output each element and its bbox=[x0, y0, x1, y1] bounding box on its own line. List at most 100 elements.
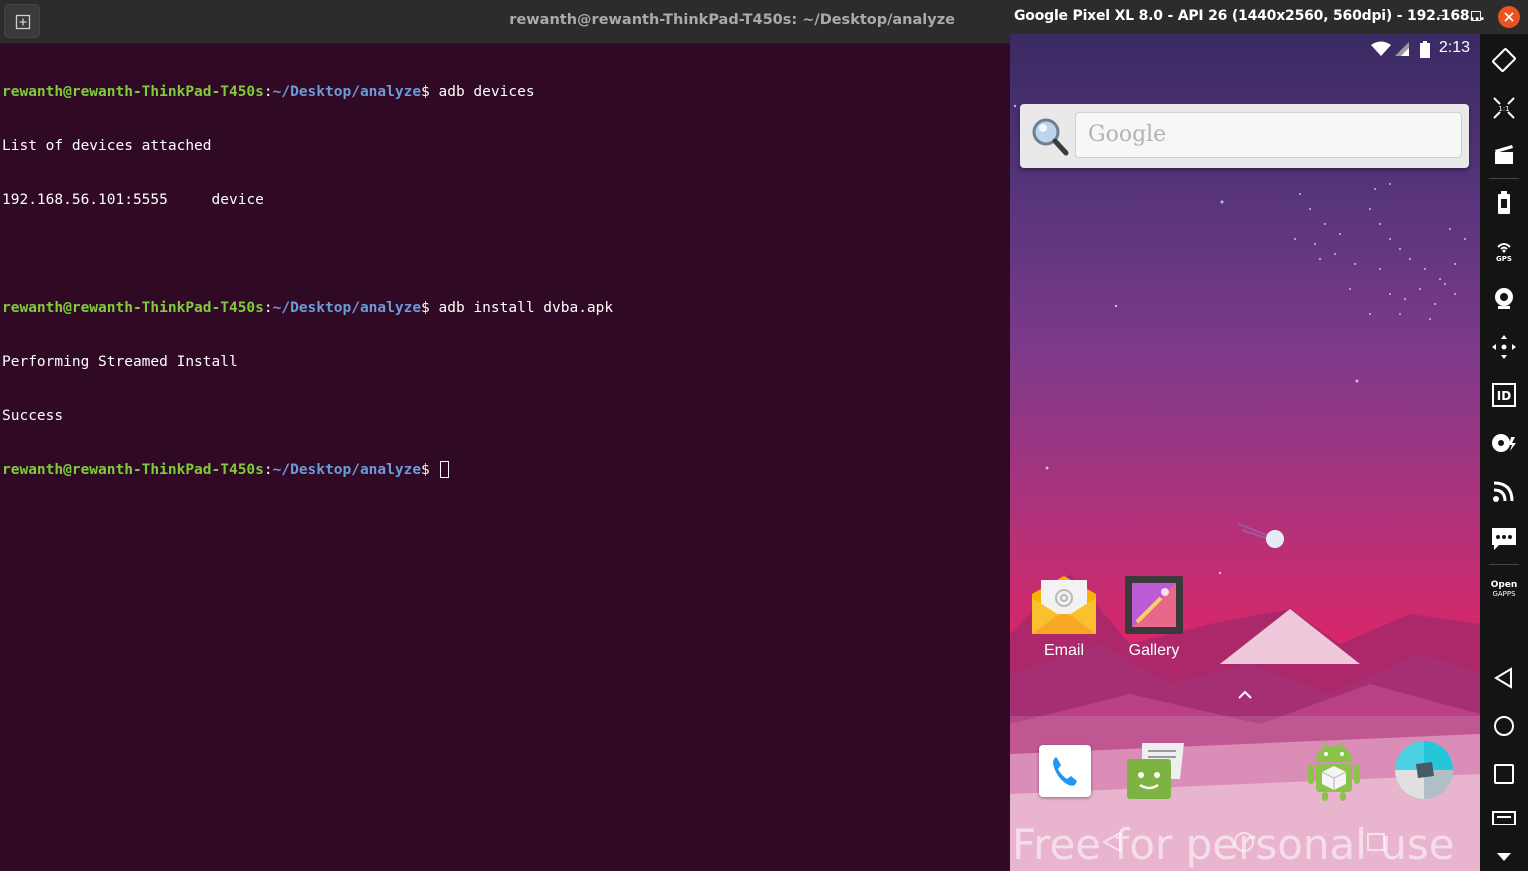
rotate-button[interactable] bbox=[1480, 40, 1528, 80]
google-search-widget[interactable]: Google bbox=[1020, 104, 1469, 168]
android-app-icon bbox=[1308, 741, 1360, 801]
svg-text:1:1: 1:1 bbox=[1498, 105, 1509, 113]
camera-button[interactable] bbox=[1480, 279, 1528, 319]
app-gallery[interactable]: Gallery bbox=[1116, 574, 1192, 660]
prompt-user: rewanth@rewanth-ThinkPad-T450s bbox=[2, 300, 264, 316]
battery-icon bbox=[1498, 191, 1510, 214]
open-gapps-icon: Open GAPPS bbox=[1491, 580, 1518, 598]
status-clock: 2:13 bbox=[1438, 39, 1470, 56]
more-icon bbox=[1497, 853, 1511, 861]
close-button[interactable] bbox=[1498, 6, 1520, 28]
gps-icon: GPS bbox=[1496, 243, 1512, 263]
toolbar-separator bbox=[1489, 178, 1519, 179]
terminal-title: rewanth@rewanth-ThinkPad-T450s: ~/Deskto… bbox=[509, 12, 955, 28]
move-button[interactable] bbox=[1480, 327, 1528, 367]
move-icon bbox=[1492, 335, 1516, 359]
prompt-dollar: $ bbox=[421, 462, 439, 478]
messaging-icon bbox=[1127, 743, 1184, 799]
emulator-toolbar: 1:1 GPS ID Open GAPPS bbox=[1480, 34, 1528, 871]
dock-phone[interactable] bbox=[1039, 745, 1091, 797]
emulator-title: Google Pixel XL 8.0 - API 26 (1440x2560,… bbox=[1014, 8, 1485, 24]
terminal-line: 192.168.56.101:5555 device bbox=[2, 191, 613, 209]
android-screen[interactable]: 2:13 Google Email Gallery Free for perso… bbox=[1010, 34, 1480, 871]
more-button[interactable] bbox=[1480, 844, 1528, 870]
all-apps-caret-icon[interactable] bbox=[1237, 690, 1253, 700]
recents-icon bbox=[1494, 764, 1514, 784]
home-icon bbox=[1494, 716, 1514, 736]
back-button[interactable] bbox=[1480, 658, 1528, 698]
gallery-icon bbox=[1125, 576, 1183, 634]
svg-text:GPS: GPS bbox=[1496, 255, 1512, 263]
sms-button[interactable] bbox=[1480, 519, 1528, 559]
prompt-path: ~/Desktop/analyze bbox=[272, 462, 422, 478]
prompt-colon: : bbox=[263, 300, 273, 316]
prompt-dollar: $ bbox=[421, 84, 439, 100]
dock-camera[interactable] bbox=[1394, 740, 1454, 800]
gps-button[interactable]: GPS bbox=[1480, 231, 1528, 271]
phone-icon bbox=[1053, 757, 1077, 786]
terminal-line: Performing Streamed Install bbox=[2, 354, 238, 370]
open-gapps-button[interactable]: Open GAPPS bbox=[1480, 568, 1528, 608]
terminal-output[interactable]: rewanth@rewanth-ThinkPad-T450s:~/Desktop… bbox=[2, 47, 613, 515]
command-text: adb devices bbox=[438, 84, 535, 100]
prompt-colon: : bbox=[263, 84, 273, 100]
terminal-window: rewanth@rewanth-ThinkPad-T450s: ~/Deskto… bbox=[0, 0, 1010, 871]
terminal-line: rewanth@rewanth-ThinkPad-T450s:~/Desktop… bbox=[2, 461, 613, 479]
identifiers-icon: ID bbox=[1492, 383, 1516, 407]
emulator-titlebar: Google Pixel XL 8.0 - API 26 (1440x2560,… bbox=[1010, 0, 1528, 34]
search-placeholder: Google bbox=[1088, 122, 1167, 147]
watermark-text: Free for personal use bbox=[1012, 820, 1455, 869]
scale-button[interactable]: 1:1 bbox=[1480, 88, 1528, 128]
toolbar-separator bbox=[1489, 564, 1519, 565]
screenshot-button[interactable] bbox=[1480, 134, 1528, 174]
terminal-line: Success bbox=[2, 408, 64, 424]
svg-text:Open: Open bbox=[1491, 580, 1518, 590]
recents-button[interactable] bbox=[1480, 754, 1528, 794]
terminal-line: List of devices attached bbox=[2, 138, 212, 154]
comet bbox=[1237, 523, 1284, 548]
app-email[interactable]: Email bbox=[1026, 574, 1102, 660]
terminal-line: rewanth@rewanth-ThinkPad-T450s:~/Desktop… bbox=[2, 299, 613, 317]
dock-android-app[interactable] bbox=[1306, 738, 1362, 802]
app-label: Email bbox=[1043, 642, 1084, 659]
signal-icon bbox=[1395, 42, 1409, 56]
network-button[interactable] bbox=[1480, 471, 1528, 511]
terminal-line: rewanth@rewanth-ThinkPad-T450s:~/Desktop… bbox=[2, 83, 613, 101]
minimize-button[interactable]: – bbox=[1438, 8, 1445, 23]
status-bar: 2:13 bbox=[1010, 34, 1480, 64]
device-serial: 192.168.56.101:5555 bbox=[2, 192, 168, 208]
network-icon bbox=[1493, 481, 1514, 502]
home-button[interactable] bbox=[1480, 706, 1528, 746]
prompt-user: rewanth@rewanth-ThinkPad-T450s bbox=[2, 84, 264, 100]
prompt-path: ~/Desktop/analyze bbox=[272, 300, 422, 316]
identifiers-button[interactable]: ID bbox=[1480, 375, 1528, 415]
rotate-icon bbox=[1492, 48, 1516, 72]
battery-status-icon bbox=[1420, 41, 1430, 58]
camera-icon bbox=[1495, 288, 1513, 309]
search-input[interactable]: Google bbox=[1075, 112, 1462, 158]
prompt-path: ~/Desktop/analyze bbox=[272, 84, 422, 100]
maximize-button[interactable] bbox=[1471, 11, 1481, 21]
wifi-icon bbox=[1371, 41, 1391, 56]
menu-button[interactable] bbox=[1480, 806, 1528, 830]
prompt-colon: : bbox=[263, 462, 273, 478]
email-icon bbox=[1032, 576, 1096, 634]
close-icon bbox=[1504, 12, 1514, 22]
battery-button[interactable] bbox=[1480, 183, 1528, 223]
back-icon bbox=[1494, 667, 1512, 689]
disk-icon bbox=[1492, 434, 1516, 452]
terminal-cursor bbox=[439, 461, 449, 478]
disk-button[interactable] bbox=[1480, 423, 1528, 463]
dock-messaging[interactable] bbox=[1124, 739, 1186, 801]
camera-app-icon bbox=[1395, 741, 1453, 799]
menu-icon bbox=[1492, 811, 1516, 825]
terminal-titlebar: rewanth@rewanth-ThinkPad-T450s: ~/Deskto… bbox=[0, 0, 1010, 44]
magnifier-icon bbox=[1032, 118, 1069, 156]
prompt-dollar: $ bbox=[421, 300, 439, 316]
sms-icon bbox=[1492, 528, 1516, 550]
command-text: adb install dvba.apk bbox=[438, 300, 614, 316]
screenshot-icon bbox=[1495, 145, 1513, 164]
scale-icon: 1:1 bbox=[1493, 97, 1515, 119]
prompt-user: rewanth@rewanth-ThinkPad-T450s bbox=[2, 462, 264, 478]
